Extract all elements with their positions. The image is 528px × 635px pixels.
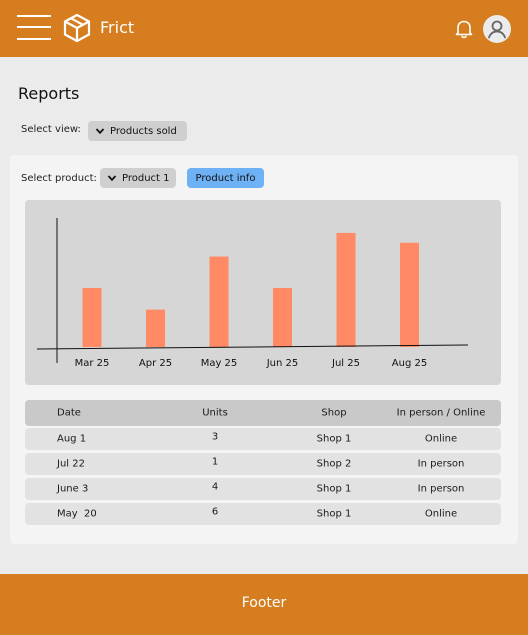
x-tick-label: Aug 25 [392, 358, 427, 369]
table-header: Date Units Shop In person / Online [25, 400, 501, 426]
bar-may-25 [209, 256, 229, 347]
chart-canvas: Mar 25 Apr 25 May 25 Jun 25 Jul 25 Aug 25 [36, 218, 469, 369]
bar-jul-25 [336, 232, 356, 347]
footer: Footer [0, 574, 528, 635]
table-row[interactable]: June 3 4 Shop 1 In person [25, 478, 501, 500]
user-icon [488, 20, 506, 39]
table-row[interactable]: Aug 1 3 Shop 1 Online [25, 428, 501, 450]
product-info-button[interactable]: Product info [187, 168, 264, 188]
table-row[interactable]: May 20 6 Shop 1 Online [25, 503, 501, 525]
table-row[interactable]: Jul 22 1 Shop 2 In person [25, 453, 501, 475]
user-avatar[interactable] [483, 15, 511, 43]
bar-jun-25 [273, 288, 292, 347]
chevron-down-icon [95, 128, 105, 135]
product-select-value: Product 1 [122, 172, 170, 184]
product-label: Select product: [21, 173, 97, 184]
bar-aug-25 [400, 242, 419, 347]
cell-date: May 20 [57, 508, 97, 520]
view-select[interactable]: Products sold [88, 121, 187, 141]
view-select-value: Products sold [110, 125, 177, 137]
x-tick-label: Mar 25 [75, 358, 110, 369]
footer-label: Footer [241, 595, 287, 611]
app-name: Frict [100, 18, 135, 37]
bell-icon[interactable] [453, 18, 475, 40]
app-header: Frict [0, 0, 528, 57]
x-tick-label: May 25 [201, 358, 238, 369]
x-tick-label: Jul 25 [331, 358, 360, 369]
view-label: Select view: [21, 124, 81, 135]
cell-date: June 3 [57, 483, 89, 495]
box-logo-icon[interactable] [62, 13, 92, 43]
sales-chart: Mar 25 Apr 25 May 25 Jun 25 Jul 25 Aug 25 [25, 200, 501, 385]
product-select[interactable]: Product 1 [100, 168, 176, 188]
bar-mar-25 [82, 288, 102, 347]
chevron-down-icon [107, 175, 117, 182]
cell-date: Aug 1 [57, 433, 87, 445]
x-tick-label: Apr 25 [139, 358, 172, 369]
column-header-date: Date [57, 407, 81, 419]
x-tick-label: Jun 25 [266, 358, 299, 369]
menu-icon[interactable] [17, 15, 51, 41]
bar-apr-25 [146, 309, 165, 347]
page-title: Reports [18, 84, 80, 103]
cell-date: Jul 22 [57, 458, 85, 470]
